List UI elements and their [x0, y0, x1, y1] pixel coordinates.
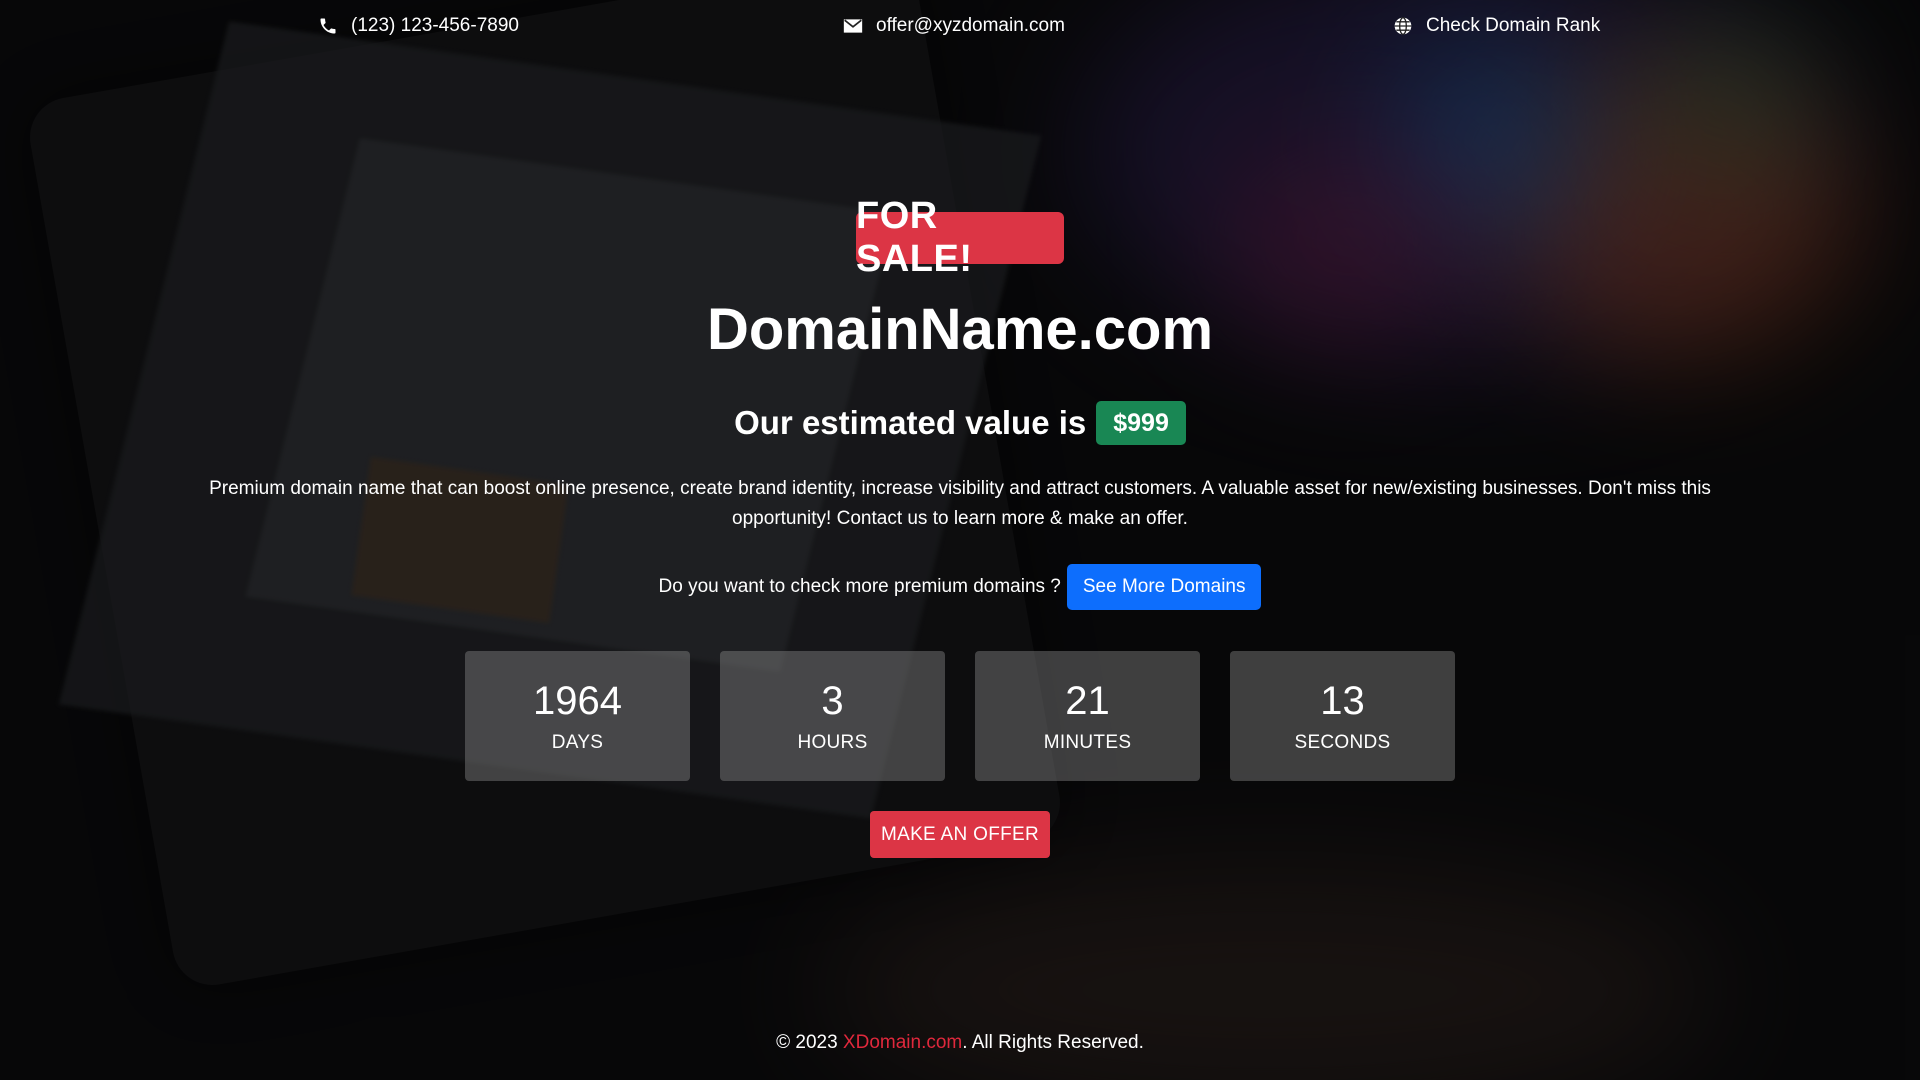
email-address: offer@xyzdomain.com	[876, 15, 1065, 36]
more-domains-prompt: Do you want to check more premium domain…	[658, 576, 1061, 597]
countdown-minutes: 21 MINUTES	[975, 651, 1200, 781]
envelope-icon	[842, 15, 864, 37]
globe-icon	[1392, 15, 1414, 37]
estimated-value-label: Our estimated value is	[734, 404, 1087, 441]
countdown-minutes-value: 21	[1065, 679, 1110, 723]
make-an-offer-button[interactable]: MAKE AN OFFER	[870, 811, 1050, 858]
footer: © 2023 XDomain.com. All Rights Reserved.	[0, 1032, 1920, 1054]
phone-icon	[317, 15, 339, 37]
countdown-hours-label: HOURS	[797, 732, 868, 753]
countdown-seconds: 13 SECONDS	[1230, 651, 1455, 781]
top-bar: (123) 123-456-7890 offer@xyzdomain.com C…	[0, 0, 1920, 52]
estimated-value-line: Our estimated value is $999	[0, 398, 1920, 448]
see-more-domains-button[interactable]: See More Domains	[1066, 564, 1262, 610]
countdown-timer: 1964 DAYS 3 HOURS 21 MINUTES 13 SECONDS	[465, 651, 1455, 781]
domain-description: Premium domain name that can boost onlin…	[209, 478, 1711, 529]
domain-name-title: DomainName.com	[706, 297, 1214, 362]
estimated-value-badge: $999	[1096, 401, 1186, 445]
check-domain-rank-label: Check Domain Rank	[1426, 15, 1601, 36]
countdown-seconds-value: 13	[1320, 679, 1365, 723]
footer-copyright-suffix: . All Rights Reserved.	[962, 1032, 1144, 1053]
email-contact[interactable]: offer@xyzdomain.com	[842, 12, 1065, 40]
footer-brand-link[interactable]: XDomain.com	[843, 1032, 962, 1053]
countdown-days-value: 1964	[533, 679, 622, 723]
countdown-minutes-label: MINUTES	[1043, 732, 1132, 753]
check-domain-rank-link[interactable]: Check Domain Rank	[1392, 12, 1600, 40]
more-domains-line: Do you want to check more premium domain…	[0, 563, 1920, 611]
phone-contact[interactable]: (123) 123-456-7890	[317, 12, 519, 40]
countdown-hours: 3 HOURS	[720, 651, 945, 781]
for-sale-badge: FOR SALE!	[856, 195, 1064, 280]
background-photo	[0, 0, 1920, 1080]
countdown-days: 1964 DAYS	[465, 651, 690, 781]
countdown-hours-value: 3	[821, 679, 844, 723]
phone-number: (123) 123-456-7890	[351, 15, 519, 36]
countdown-seconds-label: SECONDS	[1294, 732, 1391, 753]
countdown-days-label: DAYS	[551, 732, 604, 753]
footer-copyright-prefix: © 2023	[776, 1032, 843, 1053]
